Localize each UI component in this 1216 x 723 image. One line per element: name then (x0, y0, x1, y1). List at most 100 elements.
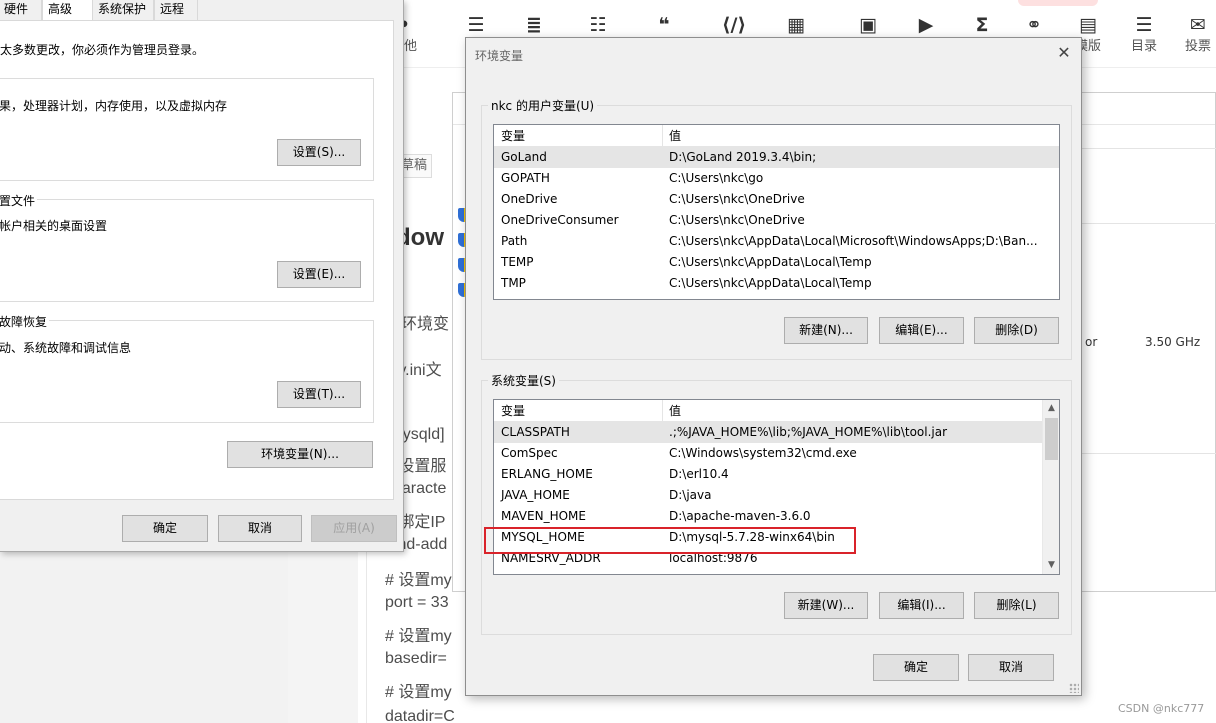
table-row[interactable]: ComSpec C:\Windows\system32\cmd.exe (494, 443, 1059, 464)
table-row[interactable]: JAVA_HOME D:\java (494, 485, 1059, 506)
tab-hardware[interactable]: 硬件 (0, 0, 42, 21)
env-cancel-button[interactable]: 取消 (968, 654, 1054, 681)
variable-name: ERLANG_HOME (501, 467, 593, 481)
user-variables-label: nkc 的用户变量(U) (488, 97, 598, 114)
quote-icon: ❝ (658, 14, 670, 36)
vertical-scrollbar[interactable]: ▲ ▼ (1042, 400, 1059, 574)
toolbar-label: 目录 (1130, 39, 1157, 54)
user-profiles-legend: 置文件 (0, 192, 38, 209)
tab-remote[interactable]: 远程 (154, 0, 198, 21)
vote-icon: ✉ (1190, 14, 1206, 36)
system-new-button[interactable]: 新建(W)... (784, 592, 868, 619)
variable-value: D:\java (669, 488, 712, 502)
table-row[interactable]: TEMP C:\Users\nkc\AppData\Local\Temp (494, 252, 1059, 273)
image-icon: ▣ (859, 14, 877, 36)
divider (1068, 148, 1216, 149)
user-profiles-settings-button[interactable]: 设置(E)... (277, 261, 361, 288)
resize-grip-icon[interactable] (1069, 683, 1079, 693)
system-variables-group: 系统变量(S) 变量 值 CLASSPATH .;%JAVA_HOME%\lib;… (481, 372, 1072, 635)
divider (1068, 223, 1216, 224)
formula-icon: Σ (975, 14, 989, 36)
variable-value: C:\Users\nkc\OneDrive (669, 213, 805, 227)
table-row[interactable]: CLASSPATH .;%JAVA_HOME%\lib;%JAVA_HOME%\l… (494, 422, 1059, 443)
scroll-thumb[interactable] (1045, 418, 1058, 460)
startup-recovery-description: 动、系统故障和调试信息 (0, 341, 132, 355)
toolbar-label: 投票 (1184, 39, 1211, 54)
list-header: 变量 值 (494, 125, 1059, 147)
tab-advanced[interactable]: 高级 (42, 0, 94, 22)
table-row[interactable]: GoLand D:\GoLand 2019.3.4\bin; (494, 147, 1059, 168)
system-delete-button[interactable]: 删除(L) (974, 592, 1059, 619)
ok-button[interactable]: 确定 (122, 515, 208, 542)
table-row[interactable]: GOPATH C:\Users\nkc\go (494, 168, 1059, 189)
variable-value: .;%JAVA_HOME%\lib;%JAVA_HOME%\lib\tool.j… (669, 425, 948, 439)
user-new-button[interactable]: 新建(N)... (784, 317, 868, 344)
variable-name: ComSpec (501, 446, 558, 460)
variable-name: Path (501, 234, 528, 248)
processor-label: or (1085, 335, 1098, 349)
user-profiles-description: 帐户相关的桌面设置 (0, 219, 108, 233)
toc-icon: ☰ (1135, 14, 1153, 36)
dialog-title: 环境变量 (475, 49, 524, 63)
table-row[interactable]: MAVEN_HOME D:\apache-maven-3.6.0 (494, 506, 1059, 527)
toolbar-button[interactable]: ✉ 投票 (1174, 12, 1216, 60)
processor-clock: 3.50 GHz (1145, 335, 1201, 349)
performance-group: 果，处理器计划，内存使用，以及虚拟内存 设置(S)... (0, 78, 374, 181)
divider (1068, 453, 1216, 454)
column-header-value[interactable]: 值 (662, 400, 681, 422)
variable-value: C:\Users\nkc\AppData\Local\Microsoft\Win… (669, 234, 1038, 248)
mysql-home-highlight (484, 527, 856, 554)
template-icon: ▤ (1079, 14, 1097, 36)
close-icon[interactable]: ✕ (1055, 43, 1073, 63)
variable-name: GoLand (501, 150, 547, 164)
table-row[interactable]: OneDrive C:\Users\nkc\OneDrive (494, 189, 1059, 210)
video-icon: ▶ (918, 14, 934, 36)
scroll-up-icon[interactable]: ▲ (1043, 400, 1059, 417)
column-header-name[interactable]: 变量 (494, 125, 525, 147)
variable-value: C:\Users\nkc\AppData\Local\Temp (669, 276, 872, 290)
table-row[interactable]: ERLANG_HOME D:\erl10.4 (494, 464, 1059, 485)
toolbar-button[interactable]: ☰ 目录 (1120, 12, 1168, 60)
article-line: # 设置my (385, 628, 452, 645)
variable-name: JAVA_HOME (501, 488, 570, 502)
tab-system-protection[interactable]: 系统保护 (92, 0, 154, 21)
system-properties-dialog: 硬件 高级 系统保护 远程 太多数更改，你必须作为管理员登录。 果，处理器计划，… (0, 0, 404, 552)
column-header-value[interactable]: 值 (662, 125, 681, 147)
variable-name: TEMP (501, 255, 534, 269)
cancel-button[interactable]: 取消 (218, 515, 302, 542)
user-variables-group: nkc 的用户变量(U) 变量 值 GoLand D:\GoLand 2019.3… (481, 97, 1072, 360)
article-line: # 设置my (385, 684, 452, 701)
variable-name: MAVEN_HOME (501, 509, 586, 523)
variable-name: GOPATH (501, 171, 550, 185)
env-ok-button[interactable]: 确定 (873, 654, 959, 681)
table-row[interactable]: OneDriveConsumer C:\Users\nkc\OneDrive (494, 210, 1059, 231)
user-delete-button[interactable]: 删除(D) (974, 317, 1059, 344)
variable-name: OneDrive (501, 192, 558, 206)
user-profiles-group: 置文件 帐户相关的桌面设置 设置(E)... (0, 192, 374, 302)
article-line: basedir= (385, 650, 447, 667)
performance-settings-button[interactable]: 设置(S)... (277, 139, 361, 166)
user-edit-button[interactable]: 编辑(E)... (879, 317, 964, 344)
toolbar-accent (1018, 0, 1098, 6)
performance-description: 果，处理器计划，内存使用，以及虚拟内存 (0, 99, 228, 113)
table-row[interactable]: TMP C:\Users\nkc\AppData\Local\Temp (494, 273, 1059, 294)
variable-value: D:\GoLand 2019.3.4\bin; (669, 150, 817, 164)
startup-recovery-settings-button[interactable]: 设置(T)... (277, 381, 361, 408)
startup-recovery-legend: 故障恢复 (0, 313, 50, 330)
variable-value: D:\erl10.4 (669, 467, 729, 481)
scroll-down-icon[interactable]: ▼ (1043, 557, 1059, 574)
system-variables-label: 系统变量(S) (488, 372, 559, 389)
user-variables-list[interactable]: 变量 值 GoLand D:\GoLand 2019.3.4\bin; GOPATH… (493, 124, 1060, 300)
variable-value: C:\Users\nkc\go (669, 171, 764, 185)
column-header-name[interactable]: 变量 (494, 400, 525, 422)
article-line: datadir=C (385, 708, 455, 723)
table-row[interactable]: Path C:\Users\nkc\AppData\Local\Microsoft… (494, 231, 1059, 252)
code-icon: ⟨/⟩ (721, 14, 747, 36)
admin-note: 太多数更改，你必须作为管理员登录。 (0, 43, 205, 57)
system-edit-button[interactable]: 编辑(I)... (879, 592, 964, 619)
environment-variables-button[interactable]: 环境变量(N)... (227, 441, 373, 468)
variable-name: TMP (501, 276, 526, 290)
variable-value: C:\Users\nkc\AppData\Local\Temp (669, 255, 872, 269)
link-icon: ⚭ (1026, 14, 1042, 36)
ordered-list-icon: ≣ (526, 14, 542, 36)
